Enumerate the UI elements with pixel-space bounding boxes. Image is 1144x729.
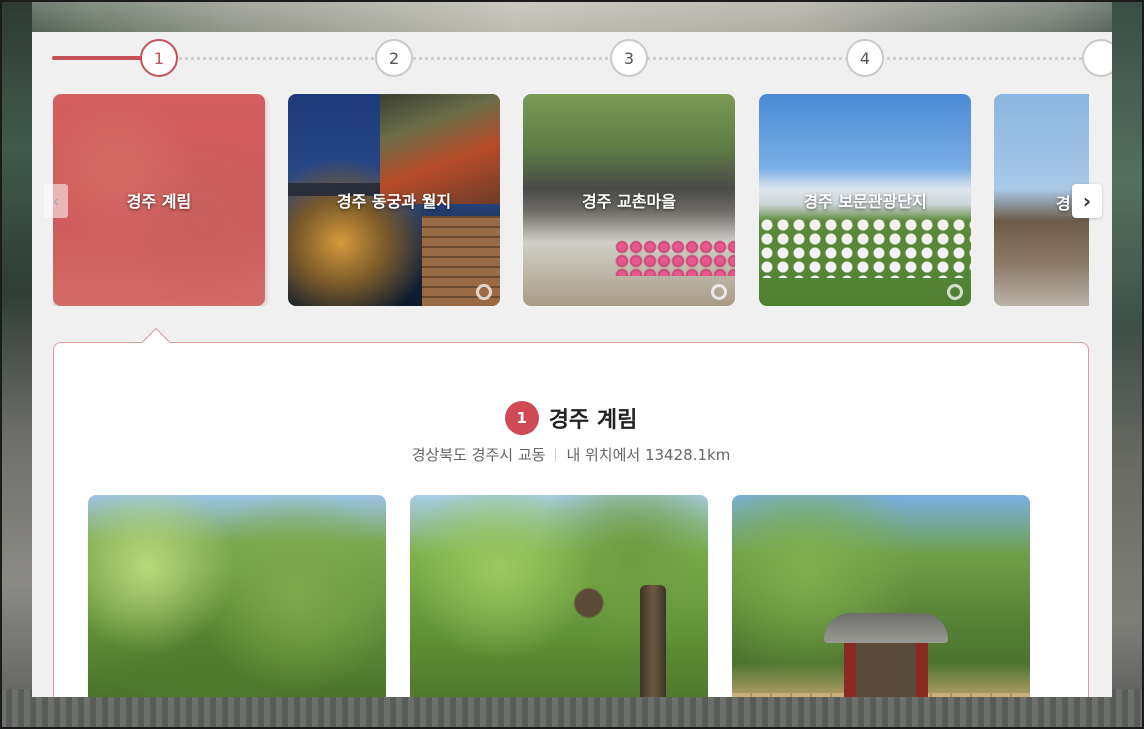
place-card-4[interactable]: 경주 보문관광단지: [759, 94, 971, 306]
photo-detail: [824, 613, 948, 697]
meta-divider: [555, 447, 557, 462]
place-photo-3[interactable]: [732, 495, 1030, 697]
step-4[interactable]: 4: [846, 39, 884, 77]
carousel-prev-button[interactable]: ‹: [44, 184, 68, 218]
carousel-next-button[interactable]: ›: [1072, 184, 1102, 218]
watermark-icon: [947, 284, 963, 300]
place-card-title: 경주 교촌마을: [582, 192, 676, 211]
photo-gallery: [88, 495, 1032, 697]
place-name: 경주 계림: [548, 408, 638, 433]
background-left-edge: [0, 0, 32, 729]
card-image-detail: [615, 240, 735, 276]
place-card-title: 경: [1056, 194, 1071, 213]
place-card-title: 경주 보문관광단지: [803, 192, 927, 211]
step-track: [52, 57, 1088, 60]
place-carousel: 경주 계림 경주 동궁과 월지 경주 교촌마을 경주 보문관광단지 경: [53, 94, 1089, 306]
step-2[interactable]: 2: [375, 39, 413, 77]
place-distance: 내 위치에서 13428.1km: [566, 446, 731, 464]
detail-pointer: [141, 327, 171, 357]
watermark-icon: [476, 284, 492, 300]
detail-title-row: 1 경주 계림: [54, 401, 1088, 435]
step-5[interactable]: [1082, 39, 1112, 77]
step-progress: 1 2 3 4: [52, 38, 1112, 78]
step-3[interactable]: 3: [610, 39, 648, 77]
place-photo-1[interactable]: [88, 495, 386, 697]
photo-detail: [640, 585, 666, 697]
place-card-title: 경주 계림: [126, 192, 192, 211]
place-detail: 1 경주 계림 경상북도 경주시 교동 내 위치에서 13428.1km: [53, 327, 1089, 697]
place-photo-2[interactable]: [410, 495, 708, 697]
place-card-1[interactable]: 경주 계림: [53, 94, 265, 306]
chevron-left-icon: ‹: [52, 190, 60, 212]
background-right-edge: [1112, 0, 1144, 729]
step-number-badge: 1: [504, 401, 539, 435]
place-address: 경상북도 경주시 교동: [411, 446, 546, 464]
place-card-3[interactable]: 경주 교촌마을: [523, 94, 735, 306]
watermark-icon: [711, 284, 727, 300]
chevron-right-icon: ›: [1082, 189, 1092, 213]
place-card-title: 경주 동궁과 월지: [336, 192, 452, 211]
place-card-2[interactable]: 경주 동궁과 월지: [288, 94, 500, 306]
card-image-detail: [759, 218, 971, 278]
place-meta: 경상북도 경주시 교동 내 위치에서 13428.1km: [54, 444, 1088, 465]
course-panel: 1 2 3 4 경주 계림 경주 동궁과 월지 경주 교촌마을 경주 보문관광단…: [32, 32, 1112, 697]
step-1[interactable]: 1: [140, 39, 178, 77]
